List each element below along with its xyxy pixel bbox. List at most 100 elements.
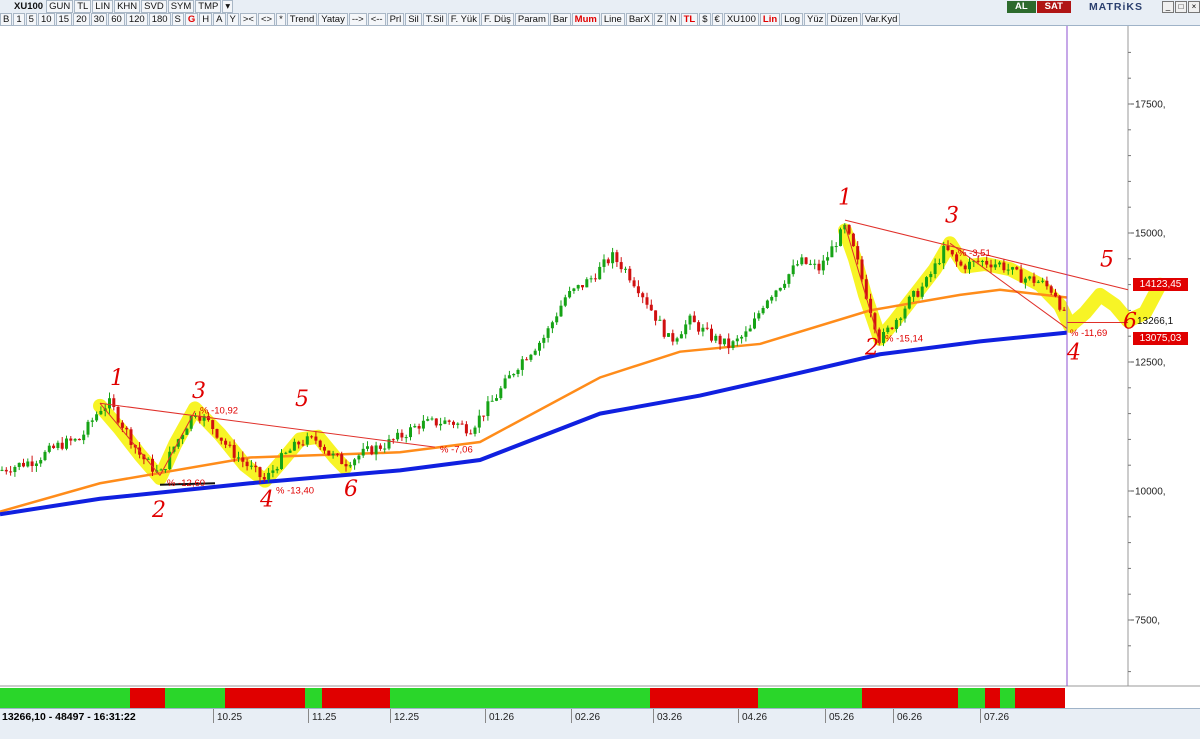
candle-body (237, 457, 240, 459)
chart-tool-36[interactable]: € (711, 13, 723, 26)
chart-tool-3[interactable]: 10 (37, 13, 55, 26)
symbol-tool-4[interactable]: KHN (114, 0, 141, 13)
symbol-tool-5[interactable]: SVD (141, 0, 167, 13)
chart-tool-15[interactable]: >< (239, 13, 257, 26)
symbol-tool-3[interactable]: LIN (92, 0, 114, 13)
candle-body (821, 260, 825, 271)
symbol-tool-2[interactable]: TL (74, 0, 92, 13)
chart-tool-18[interactable]: Trend (286, 13, 318, 26)
chart-tool-4[interactable]: 15 (55, 13, 73, 26)
chart-tool-0[interactable]: B (0, 13, 13, 26)
indicator-bar (0, 688, 1200, 708)
symbol-tool-8[interactable]: ▾ (222, 0, 234, 13)
chart-tool-28[interactable]: Bar (549, 13, 571, 26)
candle-body (568, 290, 572, 298)
close-icon[interactable]: × (1188, 0, 1200, 13)
chart-tool-14[interactable]: Y (226, 13, 239, 26)
chart-tool-35[interactable]: $ (699, 13, 711, 26)
chart-tool-7[interactable]: 60 (108, 13, 125, 26)
candle-body (340, 454, 344, 465)
candle-body (417, 426, 421, 429)
candle-body (731, 341, 735, 348)
chart-tool-17[interactable]: * (276, 13, 286, 26)
candle-body (675, 338, 679, 342)
maximize-icon[interactable]: □ (1175, 0, 1187, 13)
wave-label: 1 (110, 366, 124, 391)
chart-tool-24[interactable]: T.Sil (422, 13, 447, 26)
chart-tool-38[interactable]: Lin (759, 13, 781, 26)
chart-tool-25[interactable]: F. Yük (447, 13, 480, 26)
chart-tool-30[interactable]: Line (600, 13, 625, 26)
percent-annotation: % -11,69 (1070, 328, 1107, 339)
chart-tool-9[interactable]: 180 (148, 13, 171, 26)
sell-button[interactable]: SAT (1036, 0, 1071, 13)
symbol-tool-7[interactable]: TMP (195, 0, 222, 13)
chart-tool-12[interactable]: H (199, 13, 213, 26)
chart-tool-22[interactable]: Prl (386, 13, 405, 26)
price-chart[interactable]: 7500,10000,12500,15000,17500,% -12,60% -… (0, 26, 1200, 688)
candle-body (813, 263, 817, 265)
wave-label: 1 (838, 186, 852, 211)
chart-tool-41[interactable]: Düzen (827, 13, 861, 26)
chart-tool-37[interactable]: XU100 (723, 13, 759, 26)
candle-body (99, 410, 103, 415)
price-tag-lower: 13075,03 (1133, 332, 1188, 345)
chart-tool-33[interactable]: N (666, 13, 680, 26)
date-tick (485, 709, 486, 723)
minimize-icon[interactable]: _ (1162, 0, 1174, 13)
chart-tool-27[interactable]: Param (514, 13, 549, 26)
chart-tool-29[interactable]: Mum (571, 13, 600, 26)
chart-tool-23[interactable]: Sil (405, 13, 422, 26)
chart-tool-19[interactable]: Yatay (318, 13, 348, 26)
chart-tool-2[interactable]: 5 (25, 13, 37, 26)
chart-tool-16[interactable]: <> (257, 13, 276, 26)
candle-body (219, 437, 223, 441)
chart-tool-6[interactable]: 30 (90, 13, 108, 26)
candle-body (86, 421, 90, 435)
indicator-band (165, 688, 225, 708)
chart-tool-13[interactable]: A (213, 13, 226, 26)
candle-body (211, 420, 215, 429)
chart-tool-8[interactable]: 120 (125, 13, 148, 26)
chart-tool-39[interactable]: Log (781, 13, 803, 26)
candle-body (688, 315, 692, 325)
symbol-tool-1[interactable]: GUN (46, 0, 74, 13)
price-axis (1129, 26, 1200, 686)
buy-button[interactable]: AL (1006, 0, 1036, 13)
candle-body (593, 278, 597, 280)
symbol-tool-0[interactable]: XU100 (0, 1, 45, 12)
date-label: 11.25 (312, 712, 337, 723)
candle-body (280, 453, 283, 469)
chart-tool-10[interactable]: S (171, 13, 184, 26)
candle-body (1015, 267, 1019, 270)
candle-body (727, 338, 731, 348)
candle-body (120, 422, 124, 428)
chart-tool-32[interactable]: Z (653, 13, 666, 26)
last-price-status: 13266,10 - 48497 - 16:31:22 (2, 711, 136, 723)
chart-tool-1[interactable]: 1 (13, 13, 25, 26)
candle-body (804, 257, 808, 264)
date-label: 10.25 (217, 712, 243, 723)
candle-body (512, 373, 516, 376)
chart-tool-40[interactable]: Yüz (804, 13, 827, 26)
candle-body (56, 442, 60, 448)
chart-tool-42[interactable]: Var.Kyd (861, 13, 901, 26)
candle-body (817, 263, 821, 271)
chart-tool-21[interactable]: <-- (367, 13, 386, 26)
chart-tool-5[interactable]: 20 (73, 13, 90, 26)
candle-body (559, 305, 563, 317)
candle-body (0, 469, 4, 471)
candle-body (800, 257, 804, 265)
candle-body (331, 453, 335, 456)
chart-tool-26[interactable]: F. Düş (480, 13, 514, 26)
chart-tool-31[interactable]: BarX (625, 13, 653, 26)
candle-body (26, 461, 30, 467)
chart-tool-11[interactable]: G (184, 13, 199, 26)
chart-tool-34[interactable]: TL (680, 13, 699, 26)
candle-body (989, 264, 993, 268)
date-label: 04.26 (742, 712, 768, 723)
wave-label: 3 (945, 204, 959, 229)
candle-body (69, 438, 73, 441)
symbol-tool-6[interactable]: SYM (167, 0, 195, 13)
chart-tool-20[interactable]: --> (348, 13, 367, 26)
